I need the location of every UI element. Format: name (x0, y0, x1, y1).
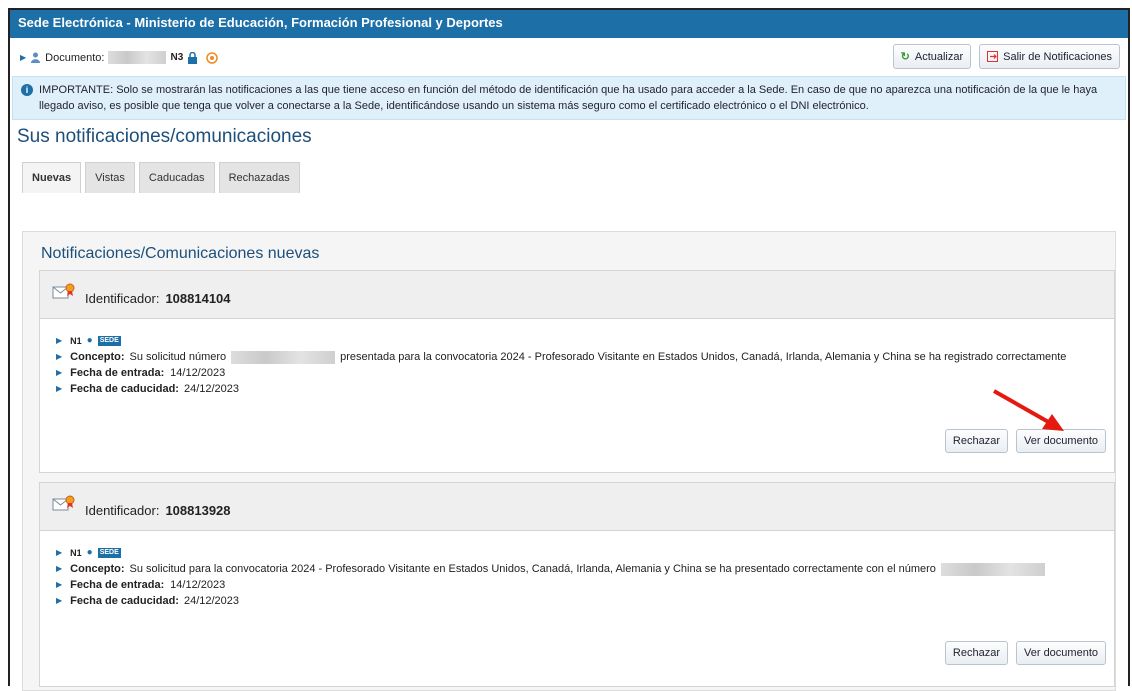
expiry-date-row: ▶ Fecha de caducidad: 24/12/2023 (56, 381, 1114, 397)
refresh-button[interactable]: ↻ Actualizar (892, 44, 972, 69)
expand-triangle-icon[interactable]: ▶ (20, 53, 26, 62)
level-row: ▶ N1 ● SEDE (56, 545, 1114, 561)
bullet-triangle-icon: ▶ (56, 580, 63, 589)
concept-row: ▶ Concepto: Su solicitud número presenta… (56, 349, 1114, 365)
user-icon (31, 52, 41, 63)
page-title: Sus notificaciones/comunicaciones (17, 126, 312, 147)
card-header: Identificador: 108814104 (40, 271, 1114, 319)
expiry-date-label: Fecha de caducidad: (70, 595, 179, 607)
bullet-triangle-icon: ▶ (56, 564, 63, 573)
document-bar: ▶ Documento: N3 ↻ Actualizar Salir de No… (10, 38, 1128, 74)
level-row: ▶ N1 ● SEDE (56, 333, 1114, 349)
identifier-label: Identificador: (85, 291, 160, 306)
exit-label: Salir de Notificaciones (1003, 50, 1112, 63)
card-header: Identificador: 108813928 (40, 483, 1114, 531)
entry-date-row: ▶ Fecha de entrada: 14/12/2023 (56, 365, 1114, 381)
sede-badge: SEDE (97, 336, 121, 346)
notification-card: Identificador: 108814104 ▶ N1 ● SEDE ▶ Co… (39, 270, 1115, 473)
entry-date-label: Fecha de entrada: (70, 579, 165, 591)
identifier: Identificador: 108814104 (85, 291, 231, 306)
card-body: ▶ N1 ● SEDE ▶ Concepto: Su solicitud núm… (40, 319, 1114, 397)
entry-date-value: 14/12/2023 (170, 367, 226, 379)
lock-icon (188, 51, 198, 64)
certified-mail-icon (52, 495, 75, 511)
concept-row: ▶ Concepto: Su solicitud para la convoca… (56, 561, 1114, 577)
exit-icon (987, 51, 999, 62)
entry-date-value: 14/12/2023 (170, 579, 226, 591)
bullet-triangle-icon: ▶ (56, 352, 63, 361)
redacted-request-number (231, 350, 336, 364)
bullet-triangle-icon: ▶ (56, 384, 63, 393)
expiry-date-value: 24/12/2023 (183, 595, 240, 607)
person-icon: ● (86, 547, 93, 558)
concept-label: Concepto: (70, 563, 125, 575)
auth-level: N1 (70, 548, 82, 558)
identifier-label: Identificador: (85, 503, 160, 518)
notifications-panel: Notificaciones/Comunicaciones nuevas Ide… (22, 231, 1116, 691)
expiry-date-row: ▶ Fecha de caducidad: 24/12/2023 (56, 593, 1114, 609)
expiry-date-value: 24/12/2023 (183, 383, 240, 395)
card-body: ▶ N1 ● SEDE ▶ Concepto: Su solicitud par… (40, 531, 1114, 609)
info-icon: i (21, 84, 33, 96)
reject-button[interactable]: Rechazar (944, 641, 1008, 665)
exit-notifications-button[interactable]: Salir de Notificaciones (979, 44, 1120, 69)
notification-card: Identificador: 108813928 ▶ N1 ● SEDE ▶ Co… (39, 482, 1115, 687)
sede-badge: SEDE (97, 548, 121, 558)
entry-date-row: ▶ Fecha de entrada: 14/12/2023 (56, 577, 1114, 593)
card-actions: Rechazar Ver documento (944, 641, 1106, 665)
expiry-date-label: Fecha de caducidad: (70, 383, 179, 395)
notice-text: IMPORTANTE: Solo se mostrarán las notifi… (39, 84, 1098, 112)
header-title: Sede Electrónica - Ministerio de Educaci… (10, 10, 1128, 38)
concept-label: Concepto: (70, 351, 125, 363)
view-document-button[interactable]: Ver documento (1016, 641, 1106, 665)
redacted-document-number (108, 51, 167, 64)
tab-rechazadas[interactable]: Rechazadas (218, 162, 300, 193)
bullet-triangle-icon: ▶ (56, 548, 63, 557)
panel-subtitle: Notificaciones/Comunicaciones nuevas (41, 245, 320, 262)
identifier: Identificador: 108813928 (85, 503, 231, 518)
concept-text-start: Su solicitud número (129, 351, 227, 363)
tab-bar: Nuevas Vistas Caducadas Rechazadas (22, 162, 1128, 193)
auth-level: N1 (70, 336, 82, 346)
redacted-request-number (940, 562, 1045, 576)
identifier-value: 108814104 (165, 291, 231, 306)
rss-icon[interactable] (206, 51, 219, 64)
document-label: Documento: (45, 51, 105, 64)
security-level: N3 (170, 52, 184, 63)
bullet-triangle-icon: ▶ (56, 368, 63, 377)
refresh-label: Actualizar (914, 50, 964, 63)
identifier-value: 108813928 (165, 503, 231, 518)
entry-date-label: Fecha de entrada: (70, 367, 165, 379)
concept-text-end: presentada para la convocatoria 2024 - P… (340, 351, 1067, 363)
concept-text-start: Su solicitud para la convocatoria 2024 -… (129, 563, 936, 575)
bullet-triangle-icon: ▶ (56, 336, 63, 345)
tab-nuevas[interactable]: Nuevas (22, 162, 82, 193)
tab-caducadas[interactable]: Caducadas (138, 162, 215, 193)
person-icon: ● (86, 335, 93, 346)
red-arrow-annotation (993, 389, 1064, 431)
bullet-triangle-icon: ▶ (56, 596, 63, 605)
certified-mail-icon (52, 283, 75, 299)
important-notice: i IMPORTANTE: Solo se mostrarán las noti… (12, 76, 1126, 120)
tab-vistas[interactable]: Vistas (85, 162, 135, 193)
refresh-icon: ↻ (900, 51, 910, 63)
